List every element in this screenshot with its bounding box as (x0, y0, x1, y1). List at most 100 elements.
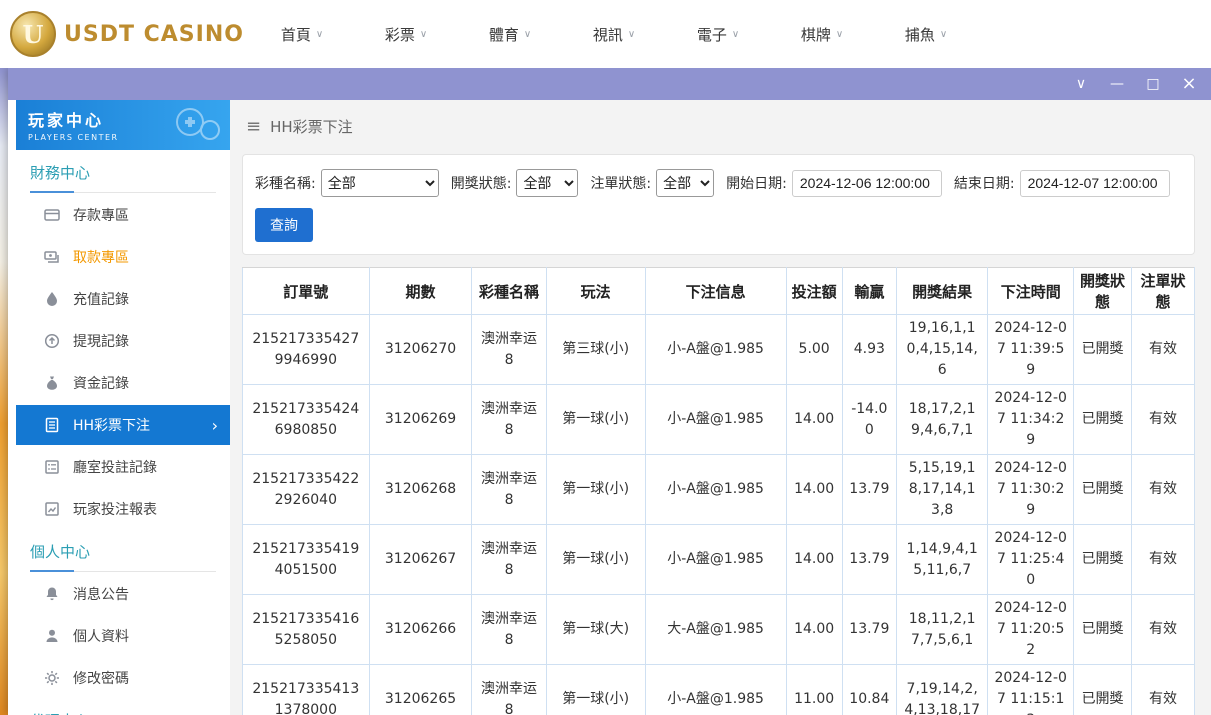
table-cell: 14.00 (786, 595, 842, 665)
nav-item-彩票[interactable]: 彩票∨ (354, 0, 458, 68)
table-cell: 2024-12-07 11:39:59 (988, 315, 1074, 385)
draw-status-select[interactable]: 全部 (516, 169, 578, 197)
table-cell: 31206267 (369, 525, 472, 595)
table-cell: 13.79 (842, 455, 896, 525)
table-cell: 有效 (1132, 385, 1195, 455)
site-logo[interactable]: U USDT CASINO (10, 11, 250, 57)
lottery-select[interactable]: 全部 (321, 169, 439, 197)
window-minimize-button[interactable]: — (1109, 77, 1125, 91)
table-cell: -14.00 (842, 385, 896, 455)
table-cell: 小-A盤@1.985 (645, 385, 786, 455)
filter-panel: 彩種名稱: 全部 開獎狀態: 全部 注單狀態: 全 (242, 154, 1195, 255)
sidebar-section-heading: 個人中心 (30, 541, 216, 572)
sidebar-item-HH彩票下注[interactable]: HH彩票下注› (16, 405, 230, 445)
column-header: 開獎結果 (896, 268, 987, 315)
cashout-icon (44, 333, 60, 349)
table-row: 215217335419405150031206267澳洲幸运8第一球(小)小-… (243, 525, 1195, 595)
sidebar: 玩家中心 PLAYERS CENTER 財務中心存款專區取款專區充值記錄提現記錄… (8, 100, 230, 715)
table-cell: 有效 (1132, 525, 1195, 595)
sidebar-item-充值記錄[interactable]: 充值記錄 (16, 279, 230, 319)
sidebar-item-消息公告[interactable]: 消息公告 (16, 574, 230, 614)
table-cell: 2024-12-07 11:15:13 (988, 665, 1074, 715)
bets-table-body: 215217335427994699031206270澳洲幸运8第三球(小)小-… (243, 315, 1195, 715)
column-header: 訂單號 (243, 268, 370, 315)
table-cell: 2152173354165258050 (243, 595, 370, 665)
nav-item-label: 捕魚 (905, 24, 935, 45)
table-cell: 2152173354222926040 (243, 455, 370, 525)
sidebar-item-label: 資金記錄 (73, 373, 129, 393)
nav-item-label: 電子 (697, 24, 727, 45)
draw-status-select-label: 開獎狀態: (451, 173, 512, 193)
nav-item-棋牌[interactable]: 棋牌∨ (770, 0, 874, 68)
nav-item-體育[interactable]: 體育∨ (458, 0, 562, 68)
table-cell: 小-A盤@1.985 (645, 315, 786, 385)
sidebar-item-修改密碼[interactable]: 修改密碼 (16, 658, 230, 698)
table-row: 215217335413137800031206265澳洲幸运8第一球(小)小-… (243, 665, 1195, 715)
nav-item-視訊[interactable]: 視訊∨ (562, 0, 666, 68)
table-cell: 31206266 (369, 595, 472, 665)
nav-item-首頁[interactable]: 首頁∨ (250, 0, 354, 68)
window-body: 玩家中心 PLAYERS CENTER 財務中心存款專區取款專區充值記錄提現記錄… (8, 100, 1211, 715)
table-cell: 第一球(小) (546, 525, 645, 595)
page-background-strip (0, 68, 8, 715)
sidebar-item-label: 存款專區 (73, 205, 129, 225)
column-header: 輸贏 (842, 268, 896, 315)
table-cell: 31206268 (369, 455, 472, 525)
sidebar-item-存款專區[interactable]: 存款專區 (16, 195, 230, 235)
table-row: 215217335416525805031206266澳洲幸运8第一球(大)大-… (243, 595, 1195, 665)
window-titlebar: ∨ — □ × (8, 68, 1211, 100)
table-cell: 第一球(小) (546, 385, 645, 455)
table-cell: 小-A盤@1.985 (645, 665, 786, 715)
table-cell: 2024-12-07 11:25:40 (988, 525, 1074, 595)
window-maximize-button[interactable]: □ (1145, 77, 1161, 91)
table-cell: 有效 (1132, 665, 1195, 715)
table-cell: 5.00 (786, 315, 842, 385)
table-cell: 31206265 (369, 665, 472, 715)
table-cell: 已開獎 (1074, 385, 1132, 455)
window-close-button[interactable]: × (1181, 75, 1197, 93)
hamburger-icon[interactable]: ≡ (246, 116, 261, 137)
chevron-down-icon: ∨ (836, 29, 843, 40)
table-cell: 11.00 (786, 665, 842, 715)
table-cell: 31206269 (369, 385, 472, 455)
sidebar-item-label: 修改密碼 (73, 668, 129, 688)
column-header: 下注時間 (988, 268, 1074, 315)
start-date-input[interactable] (792, 170, 942, 197)
sidebar-item-資金記錄[interactable]: 資金記錄 (16, 363, 230, 403)
column-header: 注單狀態 (1132, 268, 1195, 315)
table-cell: 已開獎 (1074, 455, 1132, 525)
table-cell: 14.00 (786, 525, 842, 595)
nav-item-label: 視訊 (593, 24, 623, 45)
nav-item-label: 彩票 (385, 24, 415, 45)
hall-records-icon (44, 459, 60, 475)
nav-item-捕魚[interactable]: 捕魚∨ (874, 0, 978, 68)
breadcrumb: ≡ HH彩票下注 (230, 100, 1211, 152)
column-header: 下注信息 (645, 268, 786, 315)
sidebar-item-個人資料[interactable]: 個人資料 (16, 616, 230, 656)
window-collapse-button[interactable]: ∨ (1073, 77, 1089, 91)
table-row: 215217335422292604031206268澳洲幸运8第一球(小)小-… (243, 455, 1195, 525)
order-status-select[interactable]: 全部 (656, 169, 714, 197)
sidebar-item-提現記錄[interactable]: 提現記錄 (16, 321, 230, 361)
table-cell: 大-A盤@1.985 (645, 595, 786, 665)
table-cell: 小-A盤@1.985 (645, 455, 786, 525)
table-cell: 澳洲幸运8 (472, 525, 546, 595)
table-cell: 2152173354194051500 (243, 525, 370, 595)
sidebar-item-玩家投注報表[interactable]: 玩家投注報表 (16, 489, 230, 529)
sidebar-item-label: 玩家投注報表 (73, 499, 157, 519)
table-cell: 第三球(小) (546, 315, 645, 385)
table-cell: 13.79 (842, 595, 896, 665)
table-cell: 18,17,2,19,4,6,7,1 (896, 385, 987, 455)
sidebar-item-取款專區[interactable]: 取款專區 (16, 237, 230, 277)
table-cell: 2152173354131378000 (243, 665, 370, 715)
nav-item-電子[interactable]: 電子∨ (666, 0, 770, 68)
search-button[interactable]: 查詢 (255, 208, 313, 242)
bell-icon (44, 586, 60, 602)
table-cell: 13.79 (842, 525, 896, 595)
logo-emblem-icon: U (10, 11, 56, 57)
end-date-input[interactable] (1020, 170, 1170, 197)
sidebar-item-廳室投註記錄[interactable]: 廳室投註記錄 (16, 447, 230, 487)
table-cell: 1,14,9,4,15,11,6,7 (896, 525, 987, 595)
sidebar-item-label: 個人資料 (73, 626, 129, 646)
column-header: 彩種名稱 (472, 268, 546, 315)
